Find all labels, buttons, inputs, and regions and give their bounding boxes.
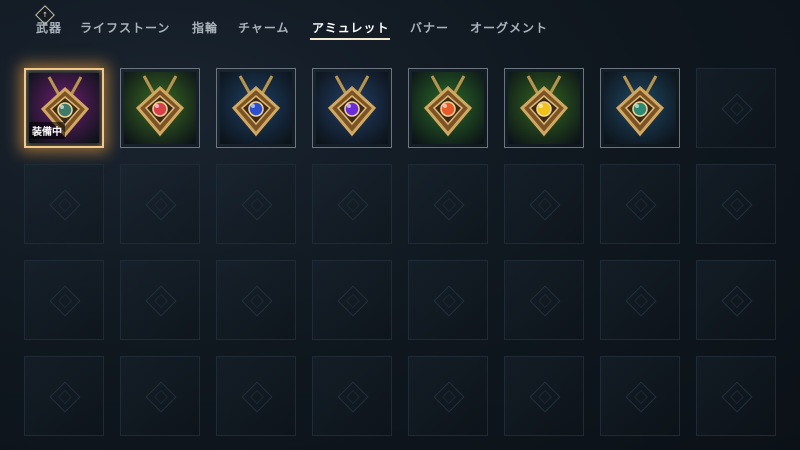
empty-slot-diamond-icon	[433, 285, 465, 317]
empty-slot-diamond-icon	[49, 381, 81, 413]
tab-augment[interactable]: オーグメント	[470, 19, 548, 36]
amulet-sun-yellow-icon	[519, 75, 569, 137]
empty-slot-diamond-icon	[721, 93, 753, 125]
empty-slot-diamond-icon	[241, 189, 273, 221]
empty-slot[interactable]	[600, 164, 680, 244]
tab-ring[interactable]: 指輪	[192, 19, 218, 36]
empty-slot-diamond-icon	[433, 189, 465, 221]
empty-slot[interactable]	[504, 164, 584, 244]
empty-slot-diamond-icon	[625, 381, 657, 413]
amulet-slot[interactable]: 装備中	[24, 68, 104, 148]
tab-banner[interactable]: バナー	[410, 19, 449, 36]
empty-slot[interactable]	[696, 68, 776, 148]
equipped-label: 装備中	[29, 122, 65, 139]
active-tab-indicator	[310, 38, 390, 40]
tab-lifestone[interactable]: ライフストーン	[80, 19, 170, 36]
empty-slot[interactable]	[312, 356, 392, 436]
empty-slot-diamond-icon	[337, 285, 369, 317]
empty-slot[interactable]	[600, 356, 680, 436]
amulet-slot[interactable]	[120, 68, 200, 148]
amulet-green-stone-icon	[615, 75, 665, 137]
empty-slot-diamond-icon	[625, 189, 657, 221]
amulet-violet-gem-icon	[327, 75, 377, 137]
empty-slot[interactable]	[120, 260, 200, 340]
empty-slot-diamond-icon	[145, 285, 177, 317]
empty-slot[interactable]	[408, 356, 488, 436]
empty-slot[interactable]	[408, 164, 488, 244]
empty-slot-diamond-icon	[721, 189, 753, 221]
empty-slot-diamond-icon	[49, 285, 81, 317]
empty-slot[interactable]	[696, 260, 776, 340]
tab-weapon[interactable]: 武器	[36, 19, 62, 36]
empty-slot[interactable]	[120, 164, 200, 244]
empty-slot[interactable]	[504, 356, 584, 436]
amulet-slot[interactable]	[312, 68, 392, 148]
empty-slot-diamond-icon	[529, 189, 561, 221]
amulet-slot[interactable]	[600, 68, 680, 148]
amulet-slot[interactable]	[216, 68, 296, 148]
empty-slot[interactable]	[120, 356, 200, 436]
empty-slot-diamond-icon	[721, 381, 753, 413]
empty-slot-diamond-icon	[625, 285, 657, 317]
empty-slot-diamond-icon	[529, 381, 561, 413]
tab-amulet[interactable]: アミュレット	[312, 19, 390, 36]
amulet-blue-gem-icon	[231, 75, 281, 137]
empty-slot[interactable]	[216, 260, 296, 340]
empty-slot[interactable]	[696, 356, 776, 436]
empty-slot[interactable]	[24, 164, 104, 244]
amulet-red-gem-icon	[135, 75, 185, 137]
empty-slot[interactable]	[504, 260, 584, 340]
amulet-slot[interactable]	[504, 68, 584, 148]
empty-slot-diamond-icon	[241, 285, 273, 317]
empty-slot[interactable]	[216, 356, 296, 436]
tab-charm[interactable]: チャーム	[238, 19, 290, 36]
empty-slot-diamond-icon	[337, 381, 369, 413]
empty-slot[interactable]	[216, 164, 296, 244]
empty-slot[interactable]	[312, 164, 392, 244]
empty-slot[interactable]	[24, 260, 104, 340]
empty-slot-diamond-icon	[721, 285, 753, 317]
amulet-round-orange-icon	[423, 75, 473, 137]
amulet-slot[interactable]	[408, 68, 488, 148]
empty-slot-diamond-icon	[433, 381, 465, 413]
category-tabs: ↑ 武器 ライフストーン 指輪 チャーム アミュレット バナー オーグメント	[0, 0, 800, 44]
empty-slot-diamond-icon	[49, 189, 81, 221]
empty-slot[interactable]	[24, 356, 104, 436]
empty-slot-diamond-icon	[337, 189, 369, 221]
empty-slot[interactable]	[312, 260, 392, 340]
empty-slot-diamond-icon	[145, 189, 177, 221]
empty-slot[interactable]	[600, 260, 680, 340]
empty-slot[interactable]	[696, 164, 776, 244]
empty-slot-diamond-icon	[529, 285, 561, 317]
empty-slot-diamond-icon	[145, 381, 177, 413]
empty-slot-diamond-icon	[241, 381, 273, 413]
empty-slot[interactable]	[408, 260, 488, 340]
